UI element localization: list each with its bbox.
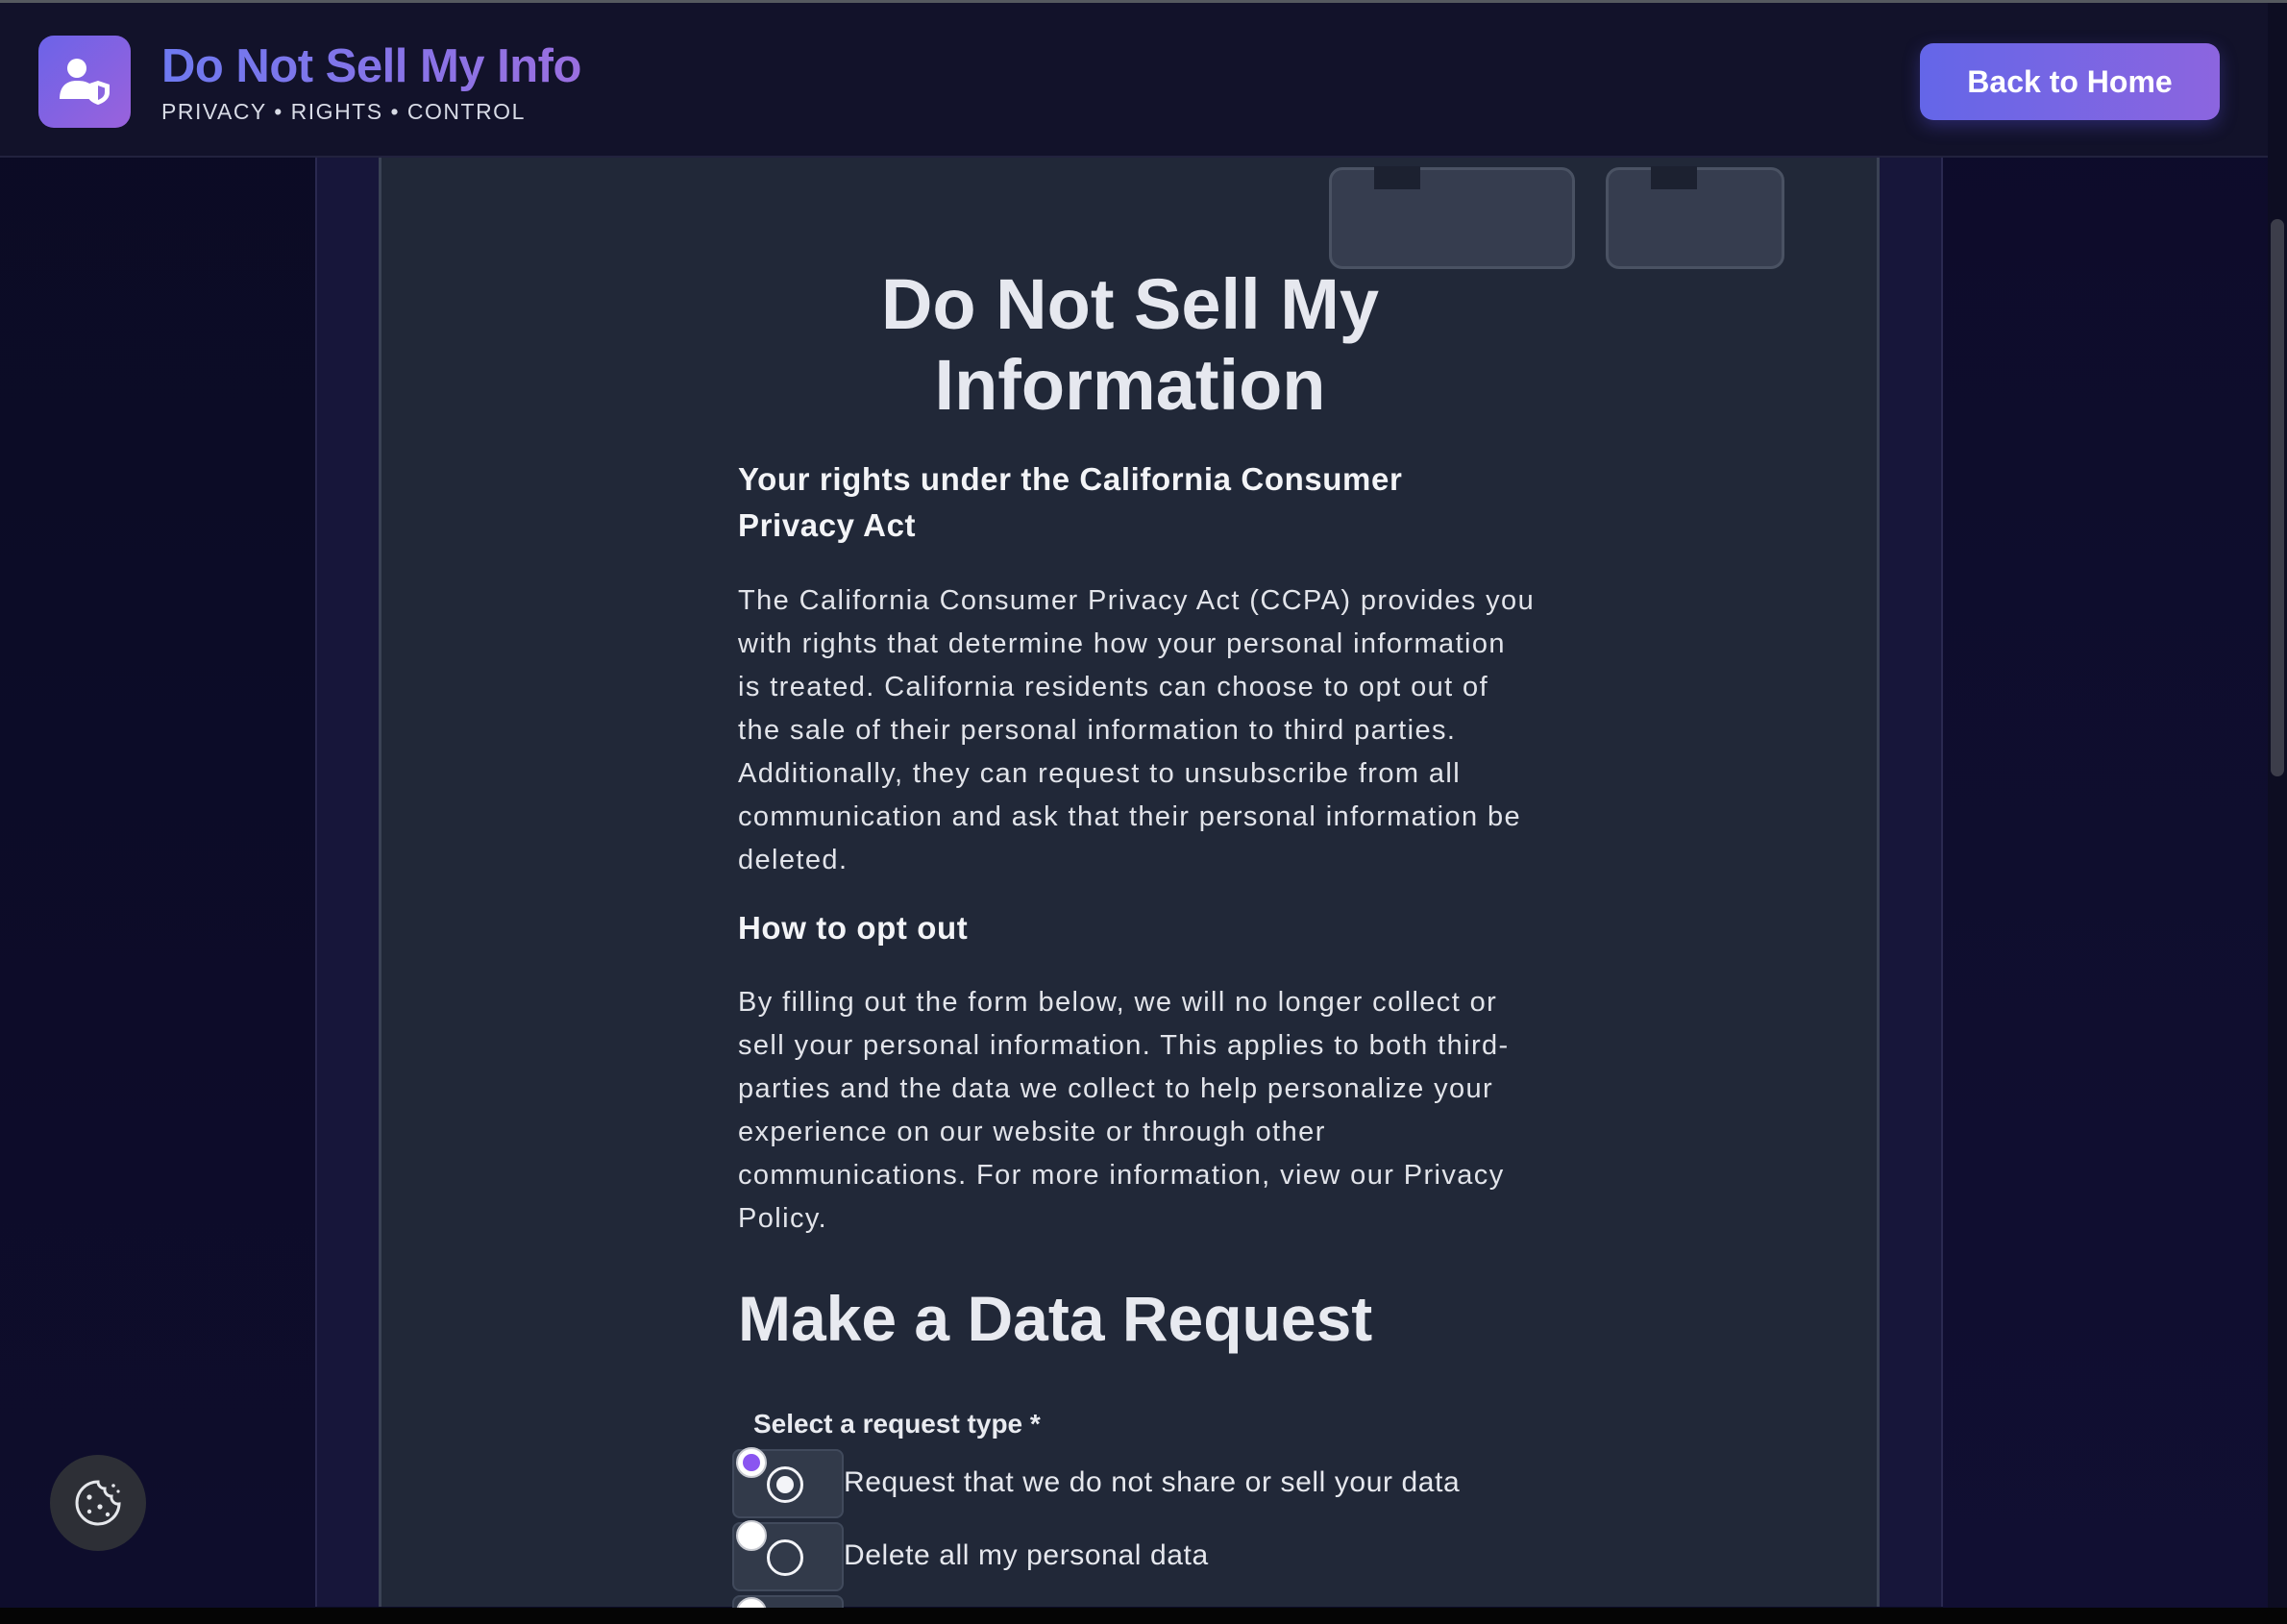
brand-title[interactable]: Do Not Sell My Info	[161, 39, 581, 93]
radio-custom-indicator[interactable]	[767, 1466, 803, 1503]
optout-heading: How to opt out	[738, 910, 969, 946]
radio-native-input[interactable]	[736, 1520, 767, 1551]
cookie-settings-button[interactable]	[50, 1455, 146, 1551]
radio-custom-indicator[interactable]	[767, 1539, 803, 1576]
rights-paragraph: The California Consumer Privacy Act (CCP…	[738, 585, 1536, 875]
radio-label[interactable]: Request that we do not share or sell you…	[844, 1466, 1460, 1499]
page-background-left	[0, 0, 315, 1624]
request-type-label: Select a request type *	[753, 1409, 1041, 1439]
optout-paragraph: By filling out the form below, we will n…	[738, 987, 1510, 1234]
ghost-tab-1	[1329, 166, 1575, 269]
logo[interactable]	[38, 36, 131, 128]
radio-label[interactable]: Delete all my personal data	[844, 1539, 1209, 1572]
tab-notch	[1374, 166, 1420, 189]
page-title: Do Not Sell My Information	[880, 264, 1380, 425]
brand-tagline: PRIVACY • RIGHTS • CONTROL	[161, 99, 526, 124]
radio-native-input[interactable]	[736, 1447, 767, 1478]
rights-heading: Your rights under the California Consume…	[738, 461, 1403, 543]
window-bottom-bar	[0, 1608, 2287, 1624]
radio-option-delete-data[interactable]: Delete all my personal data	[732, 1520, 1501, 1591]
site-header: Do Not Sell My Info PRIVACY • RIGHTS • C…	[0, 3, 2268, 158]
back-to-home-button[interactable]: Back to Home	[1920, 43, 2220, 120]
tab-notch	[1651, 166, 1697, 189]
page-background-right	[1943, 0, 2268, 1624]
radio-option-partial[interactable]	[732, 1595, 848, 1608]
scrollbar-thumb[interactable]	[2271, 219, 2284, 776]
ghost-tab-2	[1606, 166, 1784, 269]
radio-option-do-not-sell[interactable]: Request that we do not share or sell you…	[732, 1447, 1501, 1518]
form-heading: Make a Data Request	[738, 1283, 1373, 1354]
